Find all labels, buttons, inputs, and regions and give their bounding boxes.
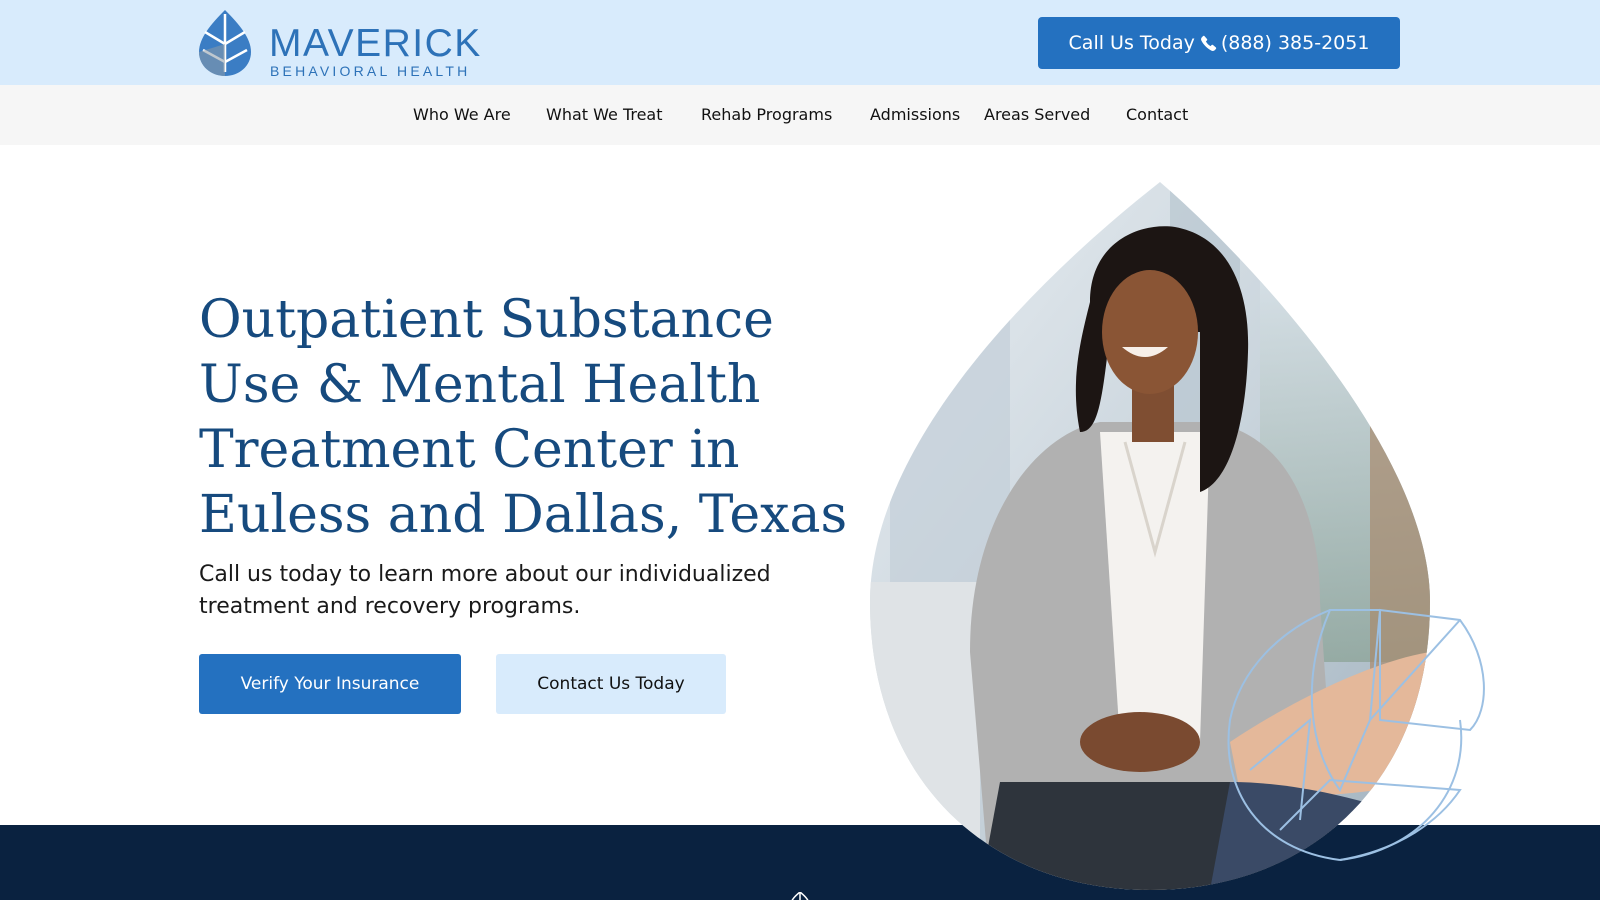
nav-item-areas-served[interactable]: Areas Served [984,105,1090,125]
leaf-small-icon [791,892,809,900]
nav-item-contact[interactable]: Contact [1126,105,1188,125]
call-us-label: Call Us Today [1068,32,1195,54]
nav-item-rehab-programs[interactable]: Rehab Programs [701,105,832,125]
phone-icon [1200,35,1217,51]
site-logo[interactable]: MAVERICK BEHAVIORAL HEALTH [199,10,480,79]
leaf-logo-icon [199,10,251,76]
verify-insurance-button[interactable]: Verify Your Insurance [199,654,461,714]
nav-item-who-we-are[interactable]: Who We Are [413,105,511,125]
hero-title: Outpatient Substance Use & Mental Health… [199,290,848,545]
logo-name: MAVERICK [269,22,482,65]
phone-number: (888) 385-2051 [1220,32,1370,54]
nav-item-admissions[interactable]: Admissions [870,105,960,125]
top-header: MAVERICK BEHAVIORAL HEALTH Call Us Today… [0,0,1600,85]
contact-us-today-button[interactable]: Contact Us Today [496,654,726,714]
call-us-button[interactable]: Call Us Today (888) 385-2051 [1038,17,1400,69]
hero-subtitle: Call us today to learn more about our in… [199,562,771,619]
leaf-outline-decoration [1227,608,1485,861]
nav-item-what-we-treat[interactable]: What We Treat [546,105,663,125]
logo-tagline: BEHAVIORAL HEALTH [270,63,471,79]
main-nav: Who We Are What We Treat Rehab Programs … [0,85,1600,145]
